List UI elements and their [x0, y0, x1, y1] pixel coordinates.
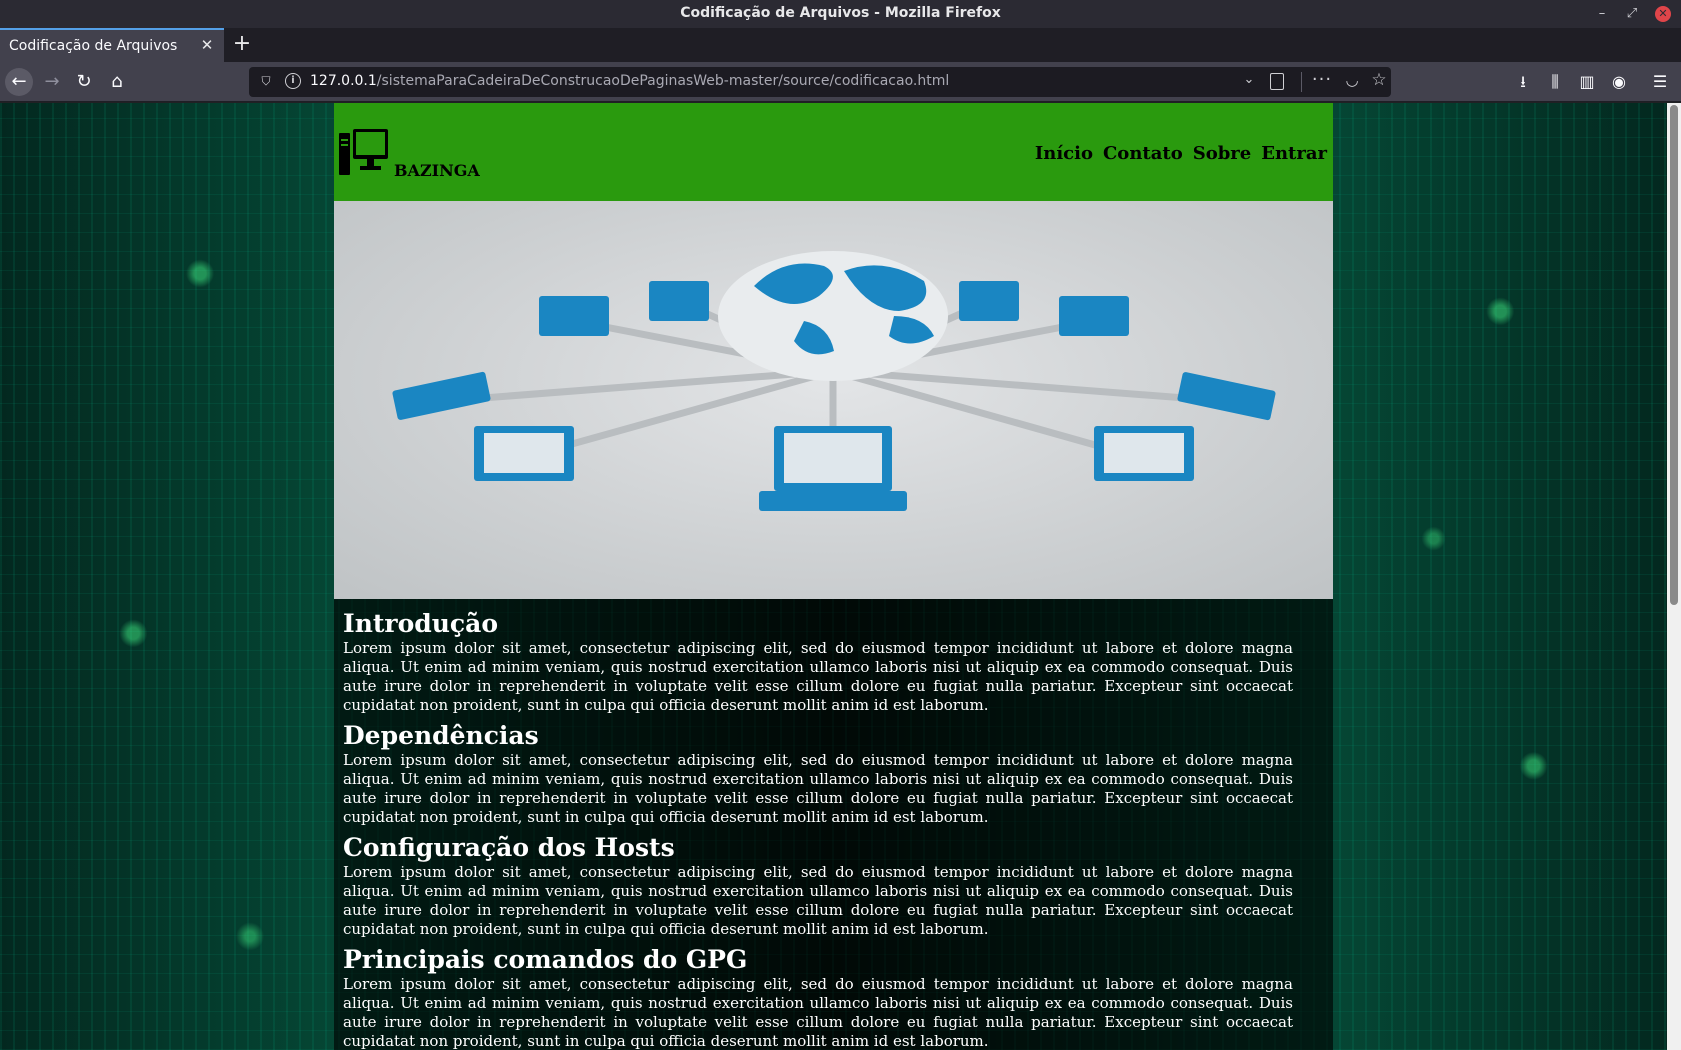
nav-link-inicio[interactable]: Início: [1035, 143, 1093, 164]
tab-active[interactable]: Codificação de Arquivos ✕: [0, 28, 224, 62]
url-path: /sistemaParaCadeiraDeConstrucaoDePaginas…: [376, 73, 950, 89]
close-tab-icon[interactable]: ✕: [198, 36, 216, 54]
tab-label: Codificação de Arquivos: [9, 38, 178, 54]
computer-icon: [339, 129, 388, 175]
download-icon[interactable]: ⭳: [1511, 70, 1535, 94]
nav-link-entrar[interactable]: Entrar: [1261, 143, 1327, 164]
content-area: Introdução Lorem ipsum dolor sit amet, c…: [334, 599, 1333, 1050]
scrollbar-thumb[interactable]: [1670, 105, 1678, 605]
more-icon[interactable]: ···: [1311, 69, 1333, 90]
section-body: Lorem ipsum dolor sit amet, consectetur …: [343, 751, 1293, 826]
minimize-icon[interactable]: –: [1594, 6, 1610, 22]
close-window-icon[interactable]: ✕: [1655, 6, 1671, 22]
section-comandos-gpg: Principais comandos do GPG Lorem ipsum d…: [343, 945, 1293, 1050]
section-heading: Principais comandos do GPG: [343, 945, 748, 974]
new-tab-icon[interactable]: +: [230, 31, 254, 57]
nav-link-sobre[interactable]: Sobre: [1193, 143, 1252, 164]
section-body: Lorem ipsum dolor sit amet, consectetur …: [343, 639, 1293, 714]
pocket-icon[interactable]: ◡: [1342, 71, 1362, 89]
chevron-down-icon[interactable]: ⌄: [1239, 72, 1259, 87]
nav-link-contato[interactable]: Contato: [1103, 143, 1183, 164]
menu-icon[interactable]: ☰: [1648, 70, 1672, 94]
library-icon[interactable]: ⫼: [1543, 70, 1567, 94]
reader-view-icon[interactable]: [1270, 73, 1284, 90]
window-titlebar: Codificação de Arquivos - Mozilla Firefo…: [0, 0, 1681, 28]
section-configuracao-hosts: Configuração dos Hosts Lorem ipsum dolor…: [343, 833, 1293, 939]
home-icon[interactable]: ⌂: [103, 68, 131, 96]
site-header: BAZINGA Início Contato Sobre Entrar: [334, 103, 1333, 201]
forward-icon[interactable]: →: [38, 68, 66, 96]
globe-network-icon: [392, 251, 1276, 511]
url-host: 127.0.0.1: [310, 73, 377, 89]
hero-banner: [334, 201, 1333, 599]
page-container: BAZINGA Início Contato Sobre Entrar Intr…: [334, 103, 1333, 1050]
brand-name: BAZINGA: [394, 161, 480, 180]
section-introducao: Introdução Lorem ipsum dolor sit amet, c…: [343, 609, 1293, 715]
nav-toolbar: ← → ↻ ⌂ ⛉ i 127.0.0.1/sistemaParaCadeira…: [0, 62, 1681, 102]
section-body: Lorem ipsum dolor sit amet, consectetur …: [343, 975, 1293, 1050]
info-icon[interactable]: i: [285, 73, 301, 89]
page-viewport: BAZINGA Início Contato Sobre Entrar Intr…: [0, 103, 1667, 1050]
site-nav: Início Contato Sobre Entrar: [1035, 143, 1327, 164]
account-icon[interactable]: ◉: [1607, 70, 1631, 94]
url-bar[interactable]: ⛉ i 127.0.0.1/sistemaParaCadeiraDeConstr…: [249, 67, 1391, 97]
page-scrollbar[interactable]: [1667, 103, 1681, 1050]
section-heading: Introdução: [343, 609, 499, 638]
sidebar-icon[interactable]: ▥: [1575, 70, 1599, 94]
url-separator: [1301, 72, 1302, 92]
tab-strip: Codificação de Arquivos ✕ +: [0, 28, 1681, 62]
star-icon[interactable]: ☆: [1369, 70, 1389, 90]
section-body: Lorem ipsum dolor sit amet, consectetur …: [343, 863, 1293, 938]
shield-icon[interactable]: ⛉: [259, 73, 273, 89]
window-title: Codificação de Arquivos - Mozilla Firefo…: [680, 5, 1001, 21]
url-text[interactable]: 127.0.0.1/sistemaParaCadeiraDeConstrucao…: [310, 73, 949, 89]
section-dependencias: Dependências Lorem ipsum dolor sit amet,…: [343, 721, 1293, 827]
reload-icon[interactable]: ↻: [70, 68, 98, 96]
back-icon[interactable]: ←: [5, 68, 33, 96]
section-heading: Dependências: [343, 721, 539, 750]
maximize-icon[interactable]: ⤢: [1624, 6, 1640, 22]
section-heading: Configuração dos Hosts: [343, 833, 675, 862]
